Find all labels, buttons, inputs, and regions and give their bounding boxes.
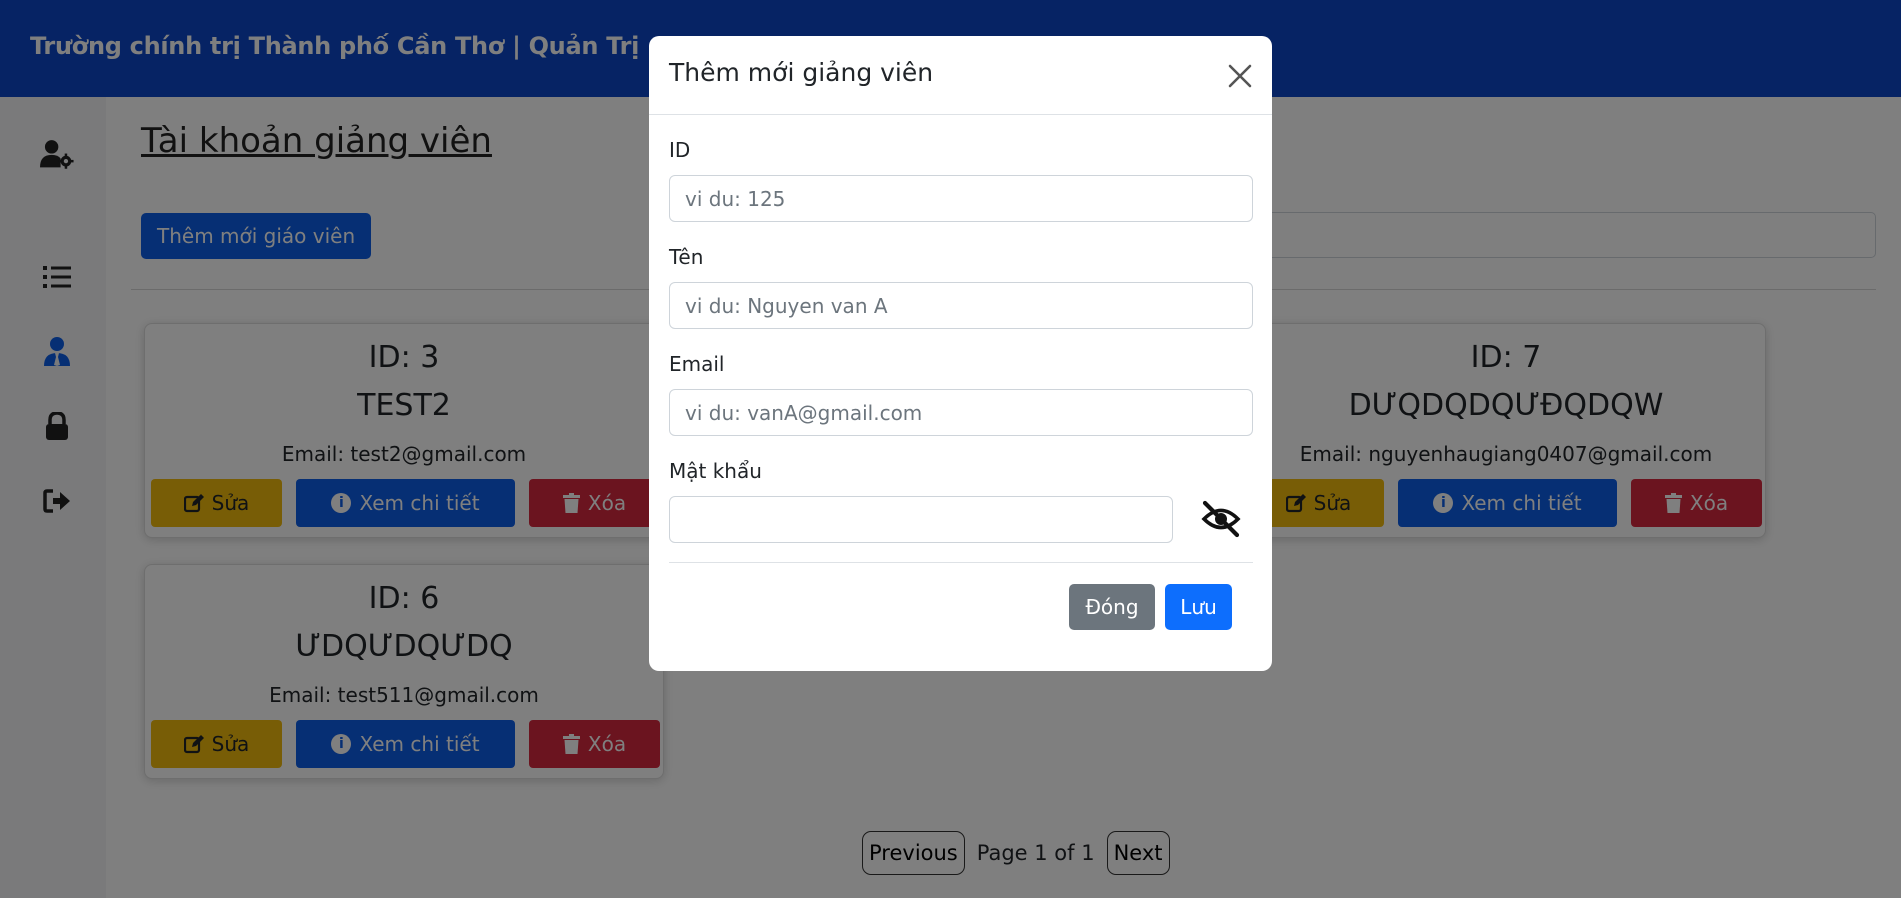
modal-header: Thêm mới giảng viên — [649, 36, 1272, 115]
add-teacher-modal: Thêm mới giảng viên ID Tên Email Mật khẩ… — [649, 36, 1272, 671]
id-label: ID — [669, 138, 691, 162]
email-field[interactable] — [669, 389, 1253, 436]
name-field[interactable] — [669, 282, 1253, 329]
password-field[interactable] — [669, 496, 1173, 543]
name-label: Tên — [669, 245, 704, 269]
password-label: Mật khẩu — [669, 459, 762, 483]
modal-title: Thêm mới giảng viên — [669, 58, 934, 87]
save-button[interactable]: Lưu — [1165, 584, 1232, 630]
close-icon[interactable] — [1224, 60, 1256, 92]
eye-slash-icon[interactable] — [1200, 499, 1242, 539]
modal-divider — [669, 562, 1253, 563]
close-button[interactable]: Đóng — [1069, 584, 1155, 630]
email-label: Email — [669, 352, 725, 376]
id-field[interactable] — [669, 175, 1253, 222]
